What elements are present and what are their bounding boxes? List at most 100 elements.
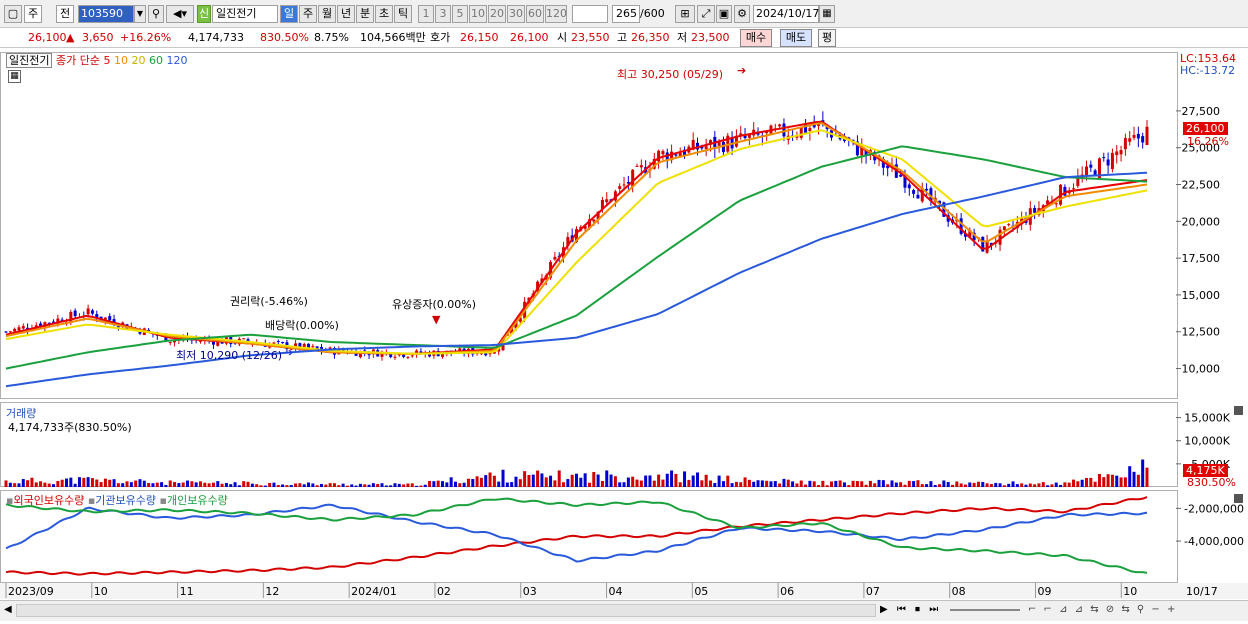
volume-bar [691,475,695,487]
volume-bar [786,479,790,487]
interval-tab-20[interactable]: 20 [488,5,506,23]
volume-bar [994,482,998,487]
interval-custom-select[interactable] [572,5,608,23]
volume-bar [397,483,401,487]
candle-body [1089,164,1093,168]
volume-bar [734,481,738,487]
interval-tab-1[interactable]: 1 [418,5,434,23]
market-select[interactable]: 전 [56,5,74,23]
period-tab-4[interactable]: 분 [356,5,374,23]
horizontal-scrollbar[interactable] [16,604,876,617]
volume-bar [799,480,803,487]
volume-bar [721,481,725,487]
legend-stock-name[interactable]: 일진전기 [6,53,53,68]
volume-bar [134,480,138,487]
zoom-slider[interactable] [950,609,1020,611]
annotation-capital: 유상증자(0.00%) [392,298,477,311]
candle-body [661,151,665,155]
period-tab-0[interactable]: 일 [280,5,298,23]
volume-bar [371,483,375,487]
volume-bar [358,483,362,487]
crosshair-icon[interactable]: ⊞ [675,5,695,23]
sell-button[interactable]: 매도 [780,29,812,47]
volume-bar [341,483,345,487]
volume-bar [795,483,799,487]
volume-bar [618,482,622,487]
high-price: 26,350 [631,31,670,44]
interval-tab-120[interactable]: 120 [545,5,567,23]
date-label: 03 [523,585,537,598]
stock-code-input[interactable]: 103590 [78,5,134,23]
interval-tab-60[interactable]: 60 [526,5,544,23]
volume-bar [829,481,833,487]
volume-bar [103,478,107,487]
volume-bar [933,484,937,487]
interval-tab-10[interactable]: 10 [469,5,487,23]
period-tab-2[interactable]: 월 [318,5,336,23]
price-tick-label: 10,000 [1182,363,1221,376]
volume-bar [207,483,211,487]
draw-icon[interactable]: ⤢ [697,5,715,23]
legend-ma20: 20 [131,54,146,67]
speaker-icon[interactable]: ◀▾ [166,5,194,23]
interval-tab-3[interactable]: 3 [435,5,451,23]
gear-icon[interactable]: ⚙ [734,5,750,23]
volume-bar [155,482,159,487]
period-tab-3[interactable]: 년 [337,5,355,23]
volume-bar [514,476,518,487]
volume-bar [1093,481,1097,487]
interval-tab-30[interactable]: 30 [507,5,525,23]
volume-bar [125,481,129,487]
eval-button[interactable]: 평 [818,29,836,47]
date-input[interactable]: 2024/10/17 [753,5,819,23]
stock-chart-svg: 27,50025,00022,50020,00017,50015,00012,5… [0,52,1248,599]
volume-bar [445,482,449,487]
window-icon[interactable]: ▢ [4,5,22,23]
period-tab-1[interactable]: 주 [299,5,317,23]
volume-bar [164,484,168,487]
volume-bar [1020,483,1024,487]
save-icon[interactable]: ▣ [716,5,732,23]
table-icon[interactable]: ▦ [8,70,21,83]
volume-bar [410,483,414,487]
chart-type-select[interactable]: 주 [24,5,42,23]
volume-bar [1002,485,1006,487]
count-input[interactable]: 265 [612,5,640,23]
candle-body [13,328,17,332]
tool-icons[interactable]: ⌐ ⌐ ⊿ ⊿ ⇆ ⊘ ⇆ ⚲ − + [1028,604,1177,615]
period-tab-5[interactable]: 초 [375,5,393,23]
holder-close-icon[interactable] [1234,494,1243,503]
candle-body [1145,126,1149,146]
period-tab-6[interactable]: 틱 [394,5,412,23]
date-label: 06 [780,585,794,598]
hc-info: HC:-13.72 [1180,64,1236,77]
volume-close-icon[interactable] [1234,406,1243,415]
volume-bar [34,482,38,487]
interval-tab-5[interactable]: 5 [452,5,468,23]
volume-bar [337,485,341,487]
buy-button[interactable]: 매수 [740,29,772,47]
candle-body [899,174,903,177]
volume-bar [639,480,643,487]
candle-body [315,346,319,349]
volume-bar [985,483,989,487]
volume-bar [263,485,267,487]
annotation-low: 최저 10,290 (12/26) [176,349,283,362]
volume-bar [138,479,142,487]
scroll-left-icon[interactable]: ◀ [4,604,12,615]
volume-bar [942,480,946,487]
volume-bar [90,478,94,487]
volume-bar [250,483,254,487]
volume-bar [281,484,285,487]
code-dropdown-icon[interactable]: ▼ [134,5,146,23]
search-icon[interactable]: ⚲ [148,5,164,23]
volume-bar [302,484,306,487]
volume-bar [453,481,457,487]
current-price: 26,100 [28,31,67,44]
nav-buttons[interactable]: ▶ ⏮ ⏹ ⏭ [880,604,941,615]
candle-body [393,356,397,358]
calendar-icon[interactable]: ▦ [819,5,835,23]
volume-bar [665,473,669,487]
volume-bar [298,483,302,487]
volume-bar [1037,483,1041,487]
